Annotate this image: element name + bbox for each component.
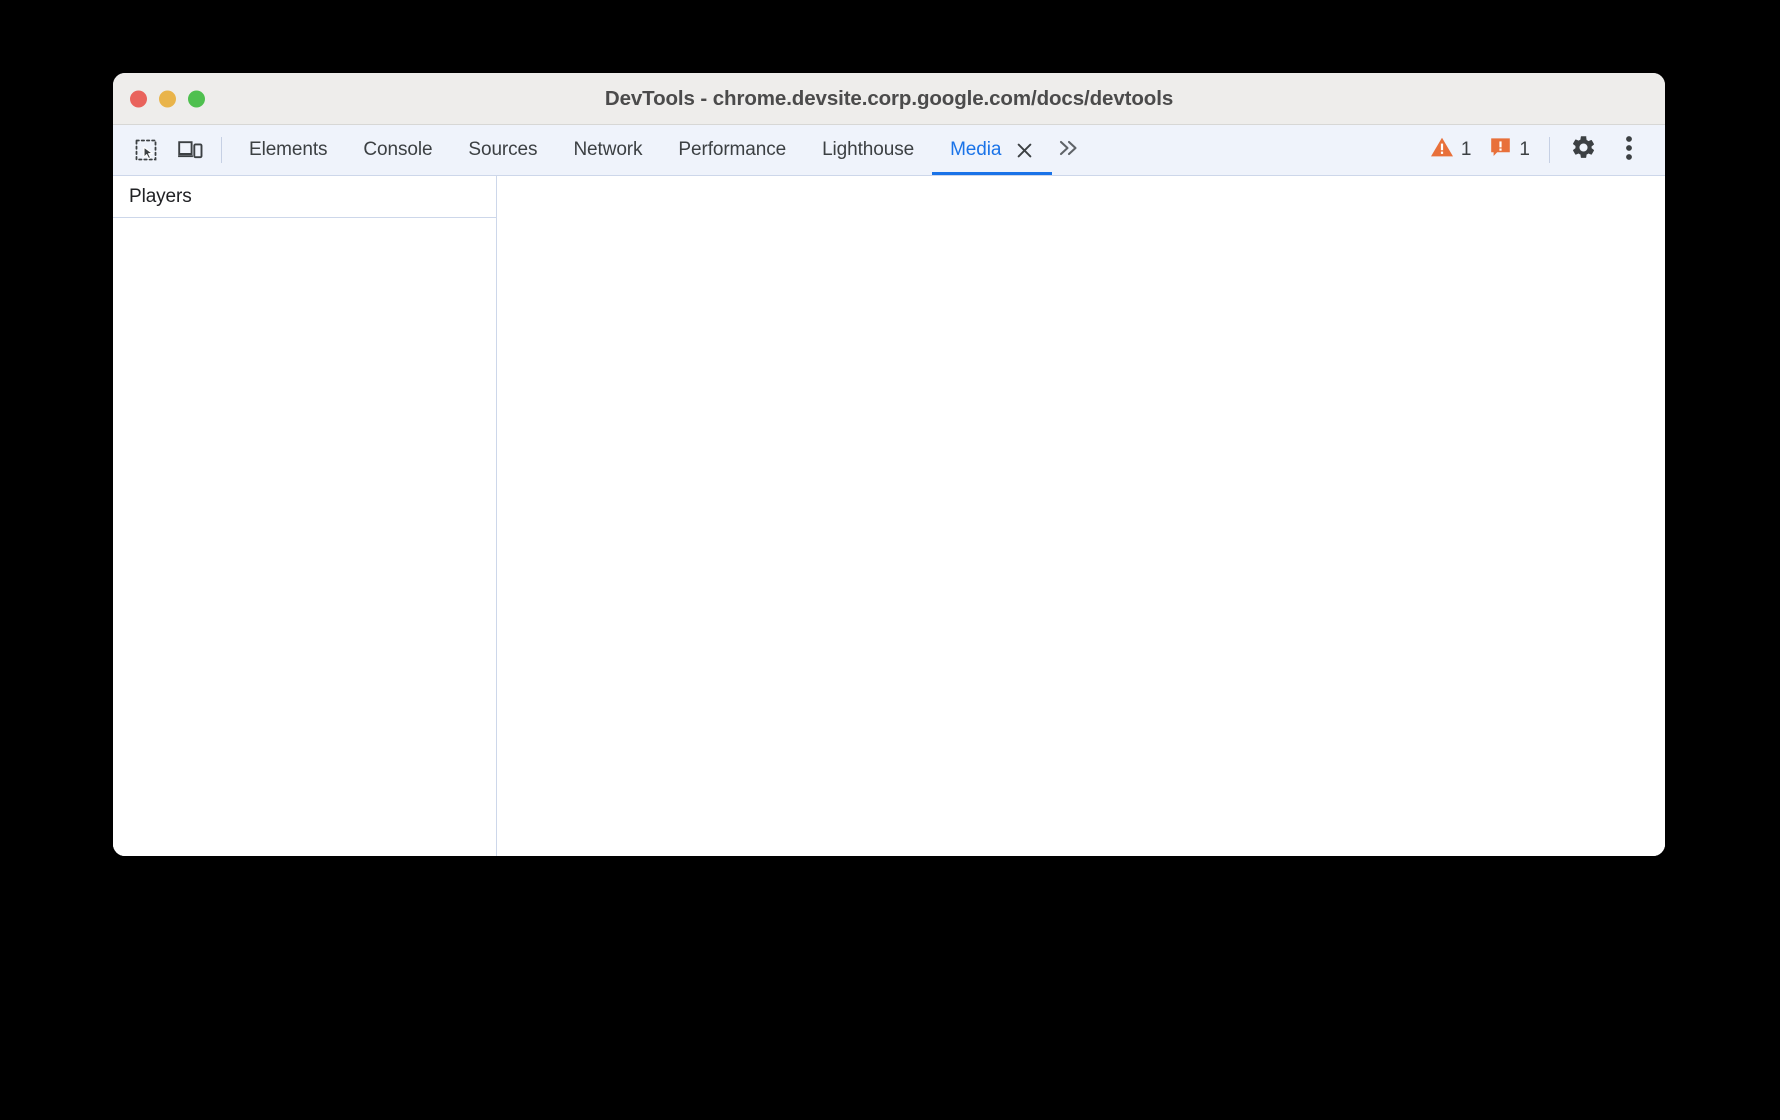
close-icon[interactable] [1014, 140, 1034, 160]
tab-elements[interactable]: Elements [231, 125, 345, 175]
tab-label: Performance [678, 139, 787, 160]
tab-performance[interactable]: Performance [660, 125, 804, 175]
tab-label: Elements [249, 139, 328, 160]
warning-triangle-icon [1430, 136, 1454, 164]
tab-media[interactable]: Media [932, 125, 1053, 175]
chevron-double-right-icon [1056, 137, 1082, 164]
traffic-light-controls [130, 90, 205, 107]
toolbar-divider [221, 137, 222, 163]
media-main-content[interactable] [497, 176, 1665, 856]
media-panel: Players [113, 176, 1665, 856]
three-dot-menu-icon [1625, 134, 1633, 167]
toolbar-right-group: 1 1 [1421, 125, 1665, 175]
warnings-count: 1 [1460, 139, 1472, 160]
settings-button[interactable] [1560, 127, 1606, 173]
toolbar-divider [1549, 137, 1550, 163]
issues-counter[interactable]: 1 [1480, 136, 1539, 164]
players-list[interactable] [113, 218, 496, 856]
tab-label: Lighthouse [822, 139, 915, 160]
tab-network[interactable]: Network [555, 125, 660, 175]
panel-tab-list: Elements Console Sources Network Perform… [231, 125, 1053, 175]
maximize-window-button[interactable] [188, 90, 205, 107]
tab-sources[interactable]: Sources [450, 125, 555, 175]
inspect-element-icon [134, 138, 158, 162]
close-window-button[interactable] [130, 90, 147, 107]
tab-label: Console [363, 139, 433, 160]
tab-lighthouse[interactable]: Lighthouse [804, 125, 932, 175]
warnings-counter[interactable]: 1 [1421, 136, 1481, 164]
issue-square-icon [1489, 136, 1512, 164]
inspect-element-button[interactable] [124, 125, 168, 175]
players-header: Players [113, 176, 496, 218]
devtools-window: DevTools - chrome.devsite.corp.google.co… [113, 73, 1665, 856]
minimize-window-button[interactable] [159, 90, 176, 107]
window-titlebar: DevTools - chrome.devsite.corp.google.co… [113, 73, 1665, 125]
gear-icon [1570, 134, 1597, 166]
tab-label: Network [573, 139, 643, 160]
more-options-button[interactable] [1606, 127, 1652, 173]
issues-count: 1 [1519, 139, 1530, 160]
tab-label: Media [950, 139, 1002, 160]
devtools-toolbar: Elements Console Sources Network Perform… [113, 125, 1665, 176]
players-sidebar: Players [113, 176, 497, 856]
window-title: DevTools - chrome.devsite.corp.google.co… [604, 86, 1174, 110]
more-panels-button[interactable] [1052, 125, 1088, 175]
tab-label: Sources [468, 139, 538, 160]
device-toolbar-icon [177, 138, 203, 162]
device-toolbar-button[interactable] [168, 125, 212, 175]
tab-console[interactable]: Console [345, 125, 450, 175]
